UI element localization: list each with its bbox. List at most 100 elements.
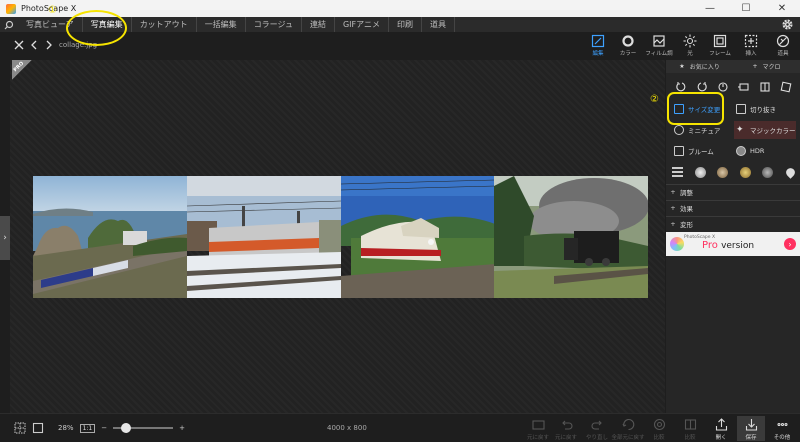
preset-filter-2[interactable] [717,166,729,178]
expand-left-panel-button[interactable]: › [0,216,10,260]
compare-button[interactable]: 比較 [645,418,673,441]
tool-insert-label: 挿入 [745,51,757,57]
preset-filter-3[interactable] [739,166,751,178]
plus-icon: + [752,63,758,70]
crop-grid-icon[interactable] [14,422,26,434]
zoom-slider-thumb[interactable] [121,423,132,433]
gear-icon[interactable] [781,18,794,31]
magic-color-label: マジックカラー [750,127,796,135]
revert-button[interactable]: 全部元に戻す [612,418,645,441]
zoom-controls: 28% 1:1 − + [14,422,185,434]
more-icon [776,422,788,427]
undo-all-button[interactable]: 元に戻す [524,418,552,441]
tool-frame[interactable]: フレーム [706,34,734,60]
banner-version: version [721,241,755,251]
zoom-out-button[interactable]: − [101,424,107,432]
fit-screen-icon[interactable] [32,422,44,434]
bloom-icon [674,146,684,156]
tab-batch[interactable]: 一括編集 [197,17,246,32]
star-icon: ★ [679,63,685,70]
tool-color-label: カラー [619,51,637,57]
more-button[interactable]: その他 [768,418,796,441]
tools-icon [776,34,790,48]
section-transform[interactable]: + 変形 [666,216,800,230]
undo-icon [561,420,572,430]
save-button[interactable]: 保存 [737,416,765,441]
save-label: 保存 [745,435,757,441]
preset-filter-4[interactable] [762,166,774,178]
download-icon [745,419,757,431]
annotation-step-1: ① [48,5,57,16]
tab-print[interactable]: 印刷 [389,17,422,32]
undo-button[interactable]: 元に戻す [552,418,580,441]
tab-cutout[interactable]: カットアウト [132,17,197,32]
tab-combine[interactable]: 連結 [302,17,335,32]
photo-express-train [340,176,495,298]
favorites-button[interactable]: ★ お気に入り [666,60,733,73]
tab-collage[interactable]: コラージュ [246,17,302,32]
plus-icon: + [670,203,676,212]
tool-tools-label: 道具 [777,51,789,57]
compare2-label: 比較 [684,435,696,441]
flip-horizontal-icon[interactable] [737,81,750,93]
list-icon[interactable] [672,166,683,178]
miniature-label: ミニチュア [688,127,721,135]
redo-icon [591,420,602,430]
zoom-in-button[interactable]: + [179,424,185,432]
close-button[interactable]: ✕ [764,0,800,17]
pro-version-banner[interactable]: PhotoScape X Pro version › [666,232,800,256]
tool-insert[interactable]: 挿入 [737,34,765,60]
chevron-left-icon[interactable] [27,38,41,52]
redo-button[interactable]: やり直し [583,418,611,441]
hdr-button[interactable]: HDR [736,142,794,160]
flip-vertical-icon[interactable] [759,81,771,93]
crop-icon [736,104,746,114]
zoom-slider[interactable] [113,423,174,433]
minimize-button[interactable]: — [692,0,728,17]
section-effects[interactable]: + 効果 [666,200,800,214]
tool-light-label: 光 [687,51,693,57]
drop-icon[interactable] [784,165,797,179]
photoscape-logo-icon [670,237,684,251]
magic-color-button[interactable]: ✦ マジックカラー [734,121,796,139]
edit-icon [591,34,605,48]
banner-pro-text: Pro version [702,240,754,251]
tool-film-label: フィルム調 [645,51,673,57]
crop-button[interactable]: 切り抜き [736,100,796,118]
photo-steam-locomotive [494,176,648,298]
undo-label: 元に戻す [554,435,577,441]
section-transform-label: 変形 [680,220,693,229]
search-icon[interactable] [0,17,18,32]
bloom-button[interactable]: ブルーム [674,142,732,160]
open-button[interactable]: 開く [707,418,735,441]
color-icon [622,35,634,47]
macro-button[interactable]: + マクロ [733,60,800,73]
tab-gif[interactable]: GIFアニメ [335,17,389,32]
insert-icon [744,34,758,48]
bloom-label: ブルーム [688,148,714,156]
favorites-row: ★ お気に入り + マクロ [666,60,800,73]
tool-color[interactable]: カラー [614,34,642,60]
actual-size-button[interactable]: 1:1 [79,423,96,433]
pro-badge-label: PRO [12,60,26,74]
straighten-icon[interactable] [780,81,792,93]
app-logo-icon [6,3,16,14]
chevron-right-icon[interactable] [42,38,56,52]
upload-icon [715,418,727,431]
tool-edit[interactable]: 編集 [584,34,612,60]
tool-light[interactable]: 光 [676,34,704,60]
tab-tools[interactable]: 道具 [422,17,455,32]
preset-filter-1[interactable] [694,166,706,178]
undo-all-icon [531,420,545,430]
magic-wand-icon: ✦ [736,125,744,135]
tool-film[interactable]: フィルム調 [645,34,673,60]
close-icon[interactable] [12,38,26,52]
tool-tools[interactable]: 道具 [769,34,797,60]
compare2-button[interactable]: 比較 [676,418,704,441]
section-adjust[interactable]: + 調整 [666,184,800,198]
maximize-button[interactable]: ☐ [728,0,764,17]
chevron-right-icon: › [3,233,7,243]
banner-pro: Pro [702,240,718,251]
highlight-box [667,92,724,125]
compare-label: 比較 [653,435,665,441]
